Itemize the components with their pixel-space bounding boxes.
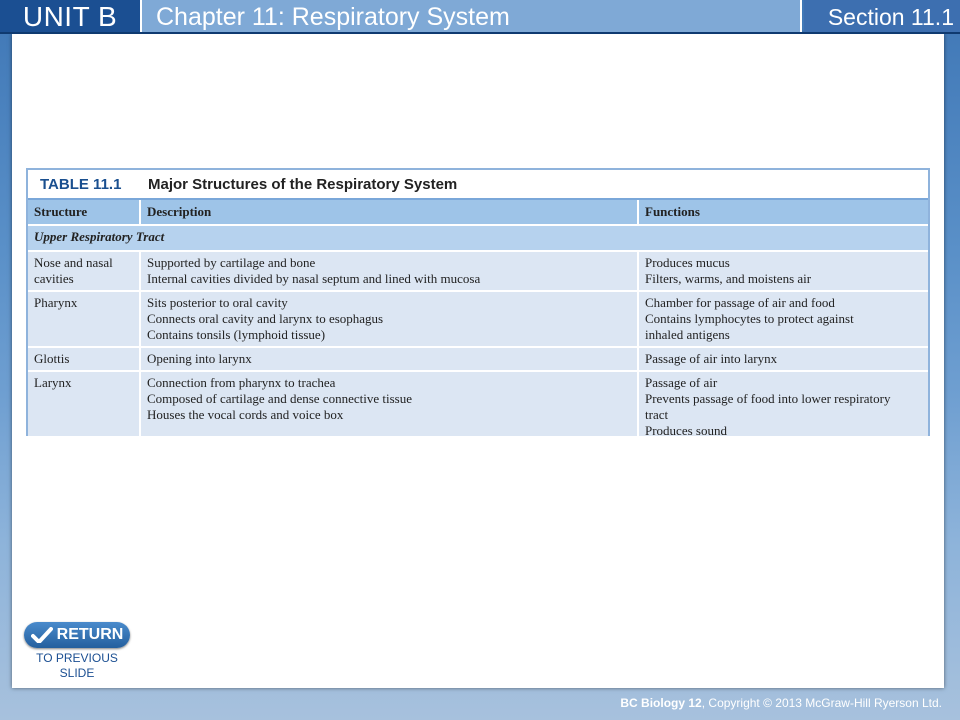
cell-line: Chamber for passage of air and food xyxy=(645,295,835,310)
check-arrow-icon xyxy=(30,627,53,643)
section-label-upper-respiratory: Upper Respiratory Tract xyxy=(28,224,928,251)
description-cell: Opening into larynx xyxy=(140,346,639,371)
cell-line: Contains tonsils (lymphoid tissue) xyxy=(147,327,326,342)
table-row: Glottis Opening into larynx Passage of air… xyxy=(28,346,928,371)
description-cell: Sits posterior to oral cavity Connects or… xyxy=(140,290,639,347)
table-title-bar: TABLE 11.1 Major Structures of the Respi… xyxy=(28,170,928,200)
chapter-title: Chapter 11: Respiratory System xyxy=(142,0,802,34)
table-caption: Major Structures of the Respiratory Syst… xyxy=(148,175,458,193)
column-header-structure: Structure xyxy=(28,200,141,225)
cell-line: Larynx xyxy=(34,375,72,390)
structure-cell: Nose and nasal cavities xyxy=(28,250,141,291)
structures-table-figure: TABLE 11.1 Major Structures of the Respi… xyxy=(26,168,930,436)
description-cell: Supported by cartilage and bone Internal … xyxy=(140,250,639,291)
cell-line: tract xyxy=(645,407,669,422)
table-number: TABLE 11.1 xyxy=(40,175,122,193)
footer-copyright-text: , Copyright © 2013 McGraw-Hill Ryerson L… xyxy=(701,696,942,710)
table-header-row: Structure Description Functions xyxy=(28,200,928,225)
section-label: Section 11.1 xyxy=(804,0,960,34)
table-section-row: Upper Respiratory Tract xyxy=(28,224,928,251)
cell-line: inhaled antigens xyxy=(645,327,730,342)
cell-line: Composed of cartilage and dense connecti… xyxy=(147,391,412,406)
table-row: Larynx Connection from pharynx to trachea… xyxy=(28,370,928,436)
cell-line: Connection from pharynx to trachea xyxy=(147,375,336,390)
return-caption-line-1: TO PREVIOUS xyxy=(36,651,118,665)
structure-cell: Pharynx xyxy=(28,290,141,347)
slide-header: UNIT B Chapter 11: Respiratory System Se… xyxy=(0,0,960,34)
cell-line: Produces sound xyxy=(645,423,727,436)
cell-line: Produces mucus xyxy=(645,255,730,270)
cell-line: cavities xyxy=(34,271,74,286)
cell-line: Supported by cartilage and bone xyxy=(147,255,316,270)
footer-copyright: BC Biology 12, Copyright © 2013 McGraw-H… xyxy=(620,696,942,710)
cell-line: Filters, warms, and moistens air xyxy=(645,271,812,286)
cell-line: Nose and nasal xyxy=(34,255,113,270)
functions-cell: Produces mucus Filters, warms, and moiste… xyxy=(638,250,928,291)
cell-line: Glottis xyxy=(34,351,70,366)
cell-line: Internal cavities divided by nasal septu… xyxy=(147,271,481,286)
return-button[interactable]: RETURN xyxy=(24,622,130,648)
cell-line: Pharynx xyxy=(34,295,78,310)
return-button-label: RETURN xyxy=(56,626,124,643)
cell-line: Connects oral cavity and larynx to esoph… xyxy=(147,311,384,326)
footer-course: BC Biology 12 xyxy=(620,696,702,710)
structure-cell: Larynx xyxy=(28,370,141,436)
structures-table: Structure Description Functions Upper Re… xyxy=(28,200,928,436)
return-button-caption: TO PREVIOUS SLIDE xyxy=(24,651,130,681)
cell-line: Opening into larynx xyxy=(147,351,252,366)
structure-cell: Glottis xyxy=(28,346,141,371)
cell-line: Prevents passage of food into lower resp… xyxy=(645,391,891,406)
functions-cell: Chamber for passage of air and food Conta… xyxy=(638,290,928,347)
column-header-description: Description xyxy=(140,200,639,225)
functions-cell: Passage of air Prevents passage of food i… xyxy=(638,370,928,436)
cell-line: Sits posterior to oral cavity xyxy=(147,295,288,310)
header-divider xyxy=(0,32,960,34)
cell-line: Passage of air xyxy=(645,375,718,390)
description-cell: Connection from pharynx to trachea Compos… xyxy=(140,370,639,436)
cell-line: Houses the vocal cords and voice box xyxy=(147,407,344,422)
functions-cell: Passage of air into larynx xyxy=(638,346,928,371)
cell-line: Contains lymphocytes to protect against xyxy=(645,311,854,326)
table-row: Pharynx Sits posterior to oral cavity Conn… xyxy=(28,290,928,347)
unit-label: UNIT B xyxy=(0,0,142,34)
table-row: Nose and nasal cavities Supported by carti… xyxy=(28,250,928,291)
cell-line: Passage of air into larynx xyxy=(645,351,778,366)
return-caption-line-2: SLIDE xyxy=(59,666,95,680)
column-header-functions: Functions xyxy=(638,200,928,225)
